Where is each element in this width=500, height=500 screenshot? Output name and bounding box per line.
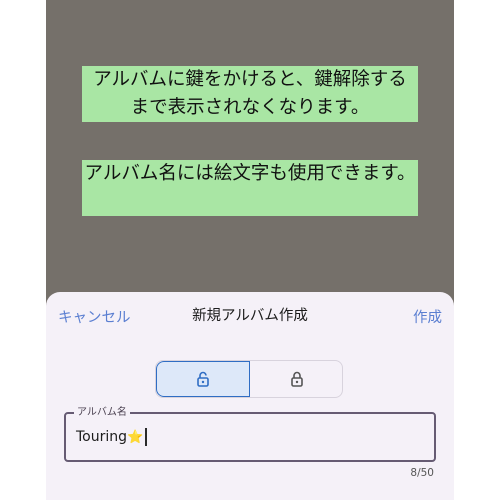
album-name-label: アルバム名	[74, 406, 130, 420]
lock-hint-callout: アルバムに鍵をかけると、鍵解除するまで表示されなくなります。	[82, 66, 418, 122]
lock-toggle	[155, 360, 343, 398]
phone-screen: アルバムに鍵をかけると、鍵解除するまで表示されなくなります。 アルバム名には絵文…	[46, 0, 454, 500]
sheet-title: 新規アルバム作成	[192, 308, 308, 324]
locked-option[interactable]	[250, 361, 342, 397]
character-counter: 8/50	[410, 467, 434, 479]
emoji-hint-callout: アルバム名には絵文字も使用できます。	[82, 160, 418, 216]
star-emoji: ⭐	[127, 429, 144, 445]
album-name-value: Touring ⭐	[76, 428, 148, 446]
unlock-icon	[197, 371, 209, 387]
lock-icon	[291, 371, 303, 387]
text-cursor	[145, 428, 148, 446]
unlocked-option[interactable]	[156, 361, 250, 397]
sheet-header: キャンセル 新規アルバム作成 作成	[46, 292, 454, 340]
new-album-sheet: キャンセル 新規アルバム作成 作成 アルバム名 Touring ⭐ 8/50	[46, 292, 454, 500]
create-button[interactable]: 作成	[413, 306, 442, 327]
album-name-field[interactable]: アルバム名 Touring ⭐	[64, 406, 436, 462]
album-name-text: Touring	[76, 429, 128, 445]
